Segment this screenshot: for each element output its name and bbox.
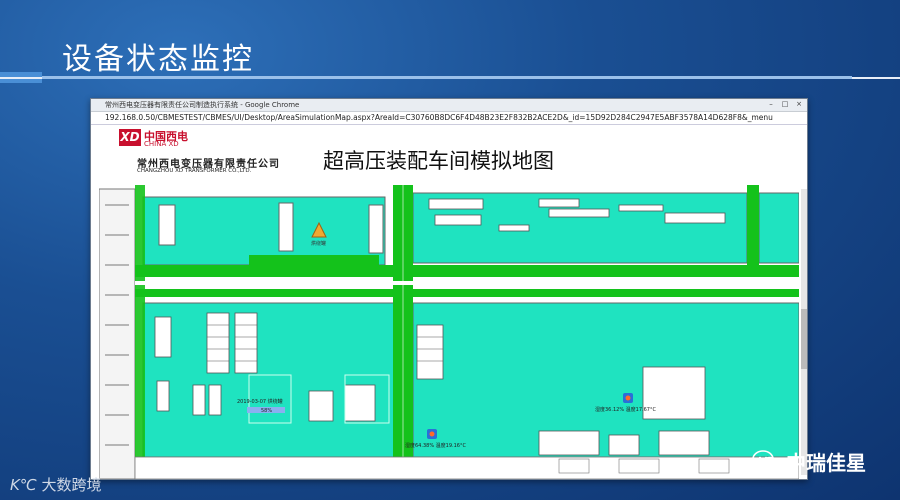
browser-window: 常州西电变压器有限责任公司制造执行系统 - Google Chrome – □ … [90,98,808,480]
zone-top-left [142,196,386,266]
page-content: XD 中国西电 CHINA XD 常州西电变压器有限责任公司 CHANGZHOU… [91,125,807,479]
window-title: 常州西电变压器有限责任公司制造执行系统 - Google Chrome [105,101,300,109]
zone-top-right [758,192,799,264]
watermark-text: 大数跨境 [41,476,102,494]
scrollbar-thumb[interactable] [801,309,807,369]
zone-bottom-right [412,302,799,458]
map-title: 超高压装配车间模拟地图 [323,149,554,173]
watermark: K℃ 大数跨境 [10,474,101,495]
minimize-icon[interactable]: – [765,100,777,109]
workshop-map[interactable]: 烘绕罐 2019-03-07 烘绕罐 58% 湿度64.38% 温度19.16°… [99,185,799,479]
logo-en-text: CHINA XD [144,140,179,148]
readout-humidity-temp-1: 湿度64.38% 温度19.16°C [405,442,466,449]
title-divider-blue [42,76,852,79]
wechat-label: 中瑞佳星 [786,451,866,475]
vertical-scrollbar[interactable] [801,189,807,475]
maximize-icon[interactable]: □ [779,100,791,109]
wechat-icon [752,450,779,472]
browser-titlebar: 常州西电变压器有限责任公司制造执行系统 - Google Chrome – □ … [91,99,807,112]
address-bar[interactable]: 192.168.0.50/CBMESTEST/CBMES/UI/Desktop/… [91,112,807,125]
sensor-icon [427,429,437,439]
close-icon[interactable]: × [793,100,805,109]
slide-title: 设备状态监控 [62,42,254,77]
watermark-logo-icon: K℃ [10,476,37,494]
xd-logo-icon: XD [119,129,141,146]
company-name-en: CHANGZHOU XD TRANSFORMER CO.,LTD. [137,168,252,174]
wechat-account: 中瑞佳星 [750,447,876,475]
zone-bottom-left [142,302,396,458]
sensor-icon [623,393,633,403]
readout-humidity-temp-2: 湿度36.12% 温度17.67°C [595,406,656,413]
corridor-horizontal [135,265,799,277]
readout-time-1: 2019-03-07 烘绕罐 [237,398,283,405]
readout-value-1: 58% [261,408,272,414]
url-text[interactable]: 192.168.0.50/CBMESTEST/CBMES/UI/Desktop/… [105,112,773,124]
equipment-label: 烘绕罐 [311,240,326,247]
